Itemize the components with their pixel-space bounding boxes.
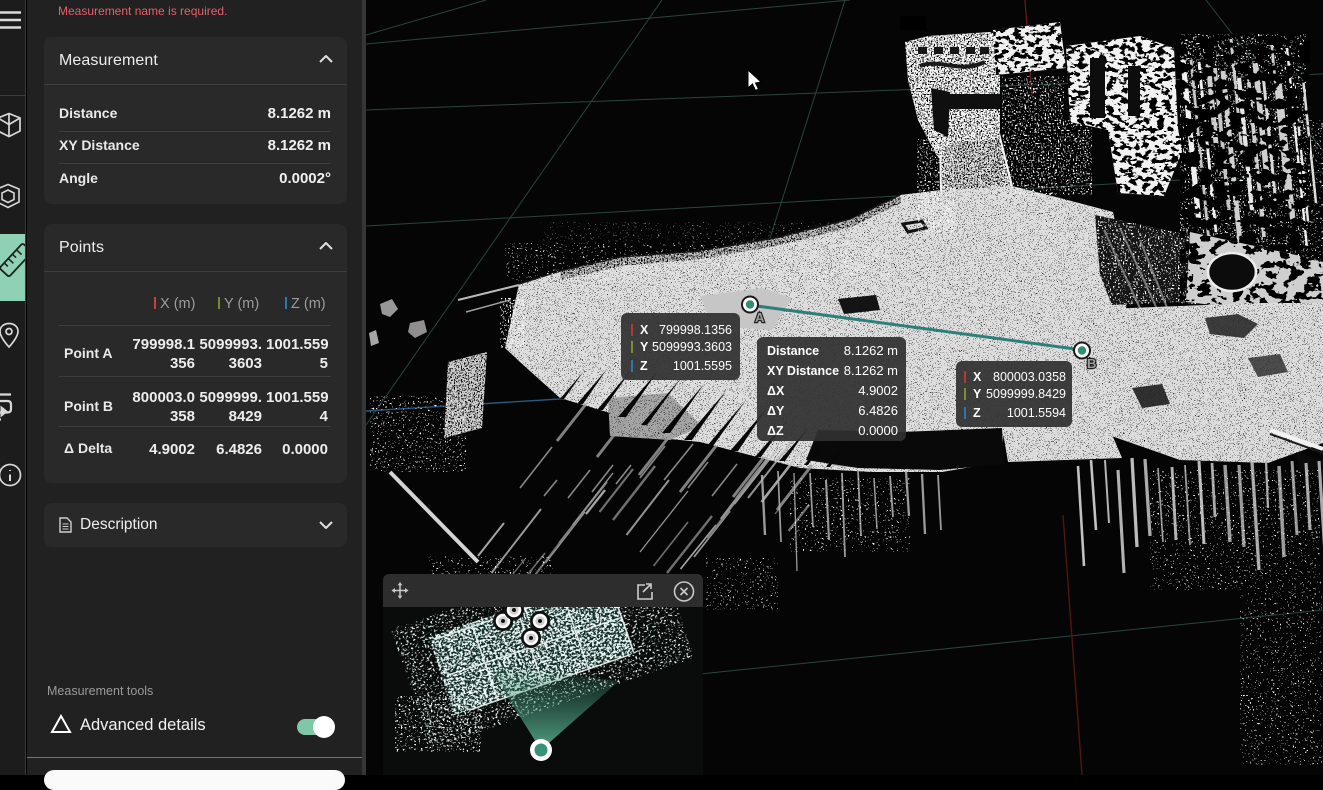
svg-text:5099999.8429: 5099999.8429 xyxy=(986,387,1066,401)
svg-text:Y: Y xyxy=(640,340,649,354)
svg-text:800003.0358: 800003.0358 xyxy=(993,370,1066,384)
svg-text:ΔZ: ΔZ xyxy=(767,424,784,438)
svg-text:Z: Z xyxy=(640,359,648,373)
svg-text:Z: Z xyxy=(973,406,981,420)
svg-text:8.1262 m: 8.1262 m xyxy=(844,363,898,378)
svg-text:ΔY: ΔY xyxy=(767,404,785,418)
svg-text:X: X xyxy=(640,323,649,337)
svg-text:A: A xyxy=(755,310,765,325)
svg-text:X: X xyxy=(973,370,982,384)
svg-text:XY Distance: XY Distance xyxy=(767,364,839,378)
svg-text:1001.5594: 1001.5594 xyxy=(1007,406,1066,420)
svg-text:0.0000: 0.0000 xyxy=(858,423,898,438)
svg-text:1001.5595: 1001.5595 xyxy=(673,359,732,373)
svg-text:6.4826: 6.4826 xyxy=(858,403,898,418)
svg-text:8.1262 m: 8.1262 m xyxy=(844,343,898,358)
svg-text:Distance: Distance xyxy=(767,344,819,358)
svg-text:Y: Y xyxy=(973,387,982,401)
svg-text:799998.1356: 799998.1356 xyxy=(659,323,732,337)
svg-text:ΔX: ΔX xyxy=(767,384,785,398)
svg-text:B: B xyxy=(1087,356,1096,371)
svg-text:4.9002: 4.9002 xyxy=(858,383,898,398)
svg-text:5099993.3603: 5099993.3603 xyxy=(652,340,732,354)
